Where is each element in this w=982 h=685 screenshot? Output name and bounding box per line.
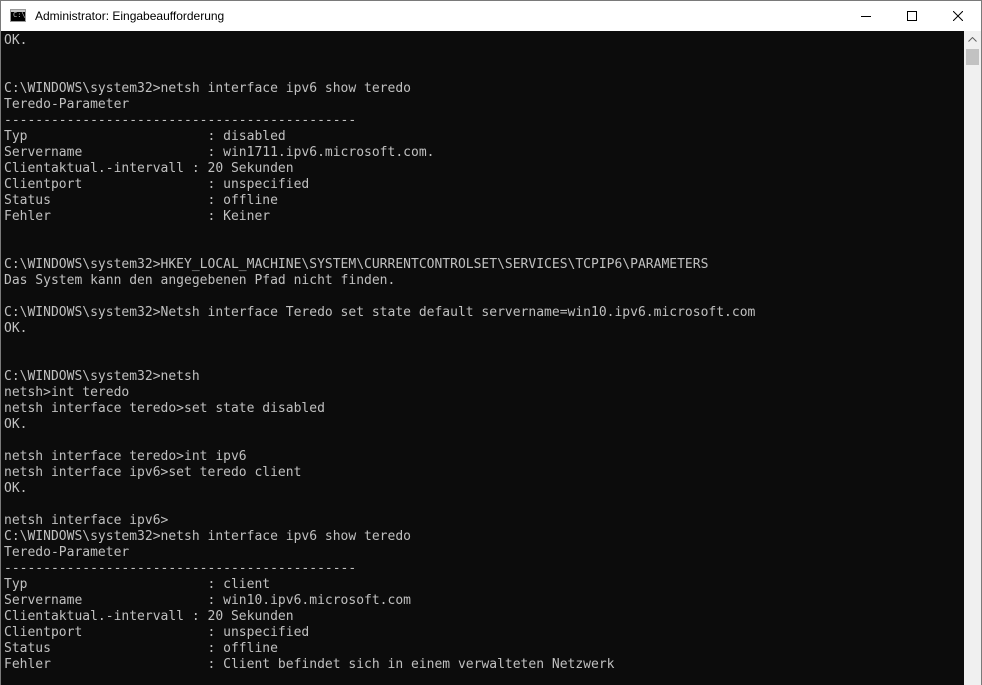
console-line: Clientport : unspecified	[4, 177, 310, 192]
console-line: C:\WINDOWS\system32>netsh	[4, 369, 200, 384]
maximize-button[interactable]	[889, 1, 935, 31]
console-line: Clientaktual.-intervall : 20 Sekunden	[4, 609, 294, 624]
scroll-up-button[interactable]	[964, 31, 981, 48]
console-line: Clientport : unspecified	[4, 625, 310, 640]
cmd-icon-prompt-glyph: C:\	[13, 11, 26, 19]
console-line: Fehler : Client befindet sich in einem v…	[4, 657, 615, 672]
console-line: OK.	[4, 417, 28, 432]
console-line: Typ : client	[4, 577, 271, 592]
console-line: netsh>int teredo	[4, 385, 130, 400]
console-line: Clientaktual.-intervall : 20 Sekunden	[4, 161, 294, 176]
console-line: ----------------------------------------…	[4, 561, 357, 576]
console-line: Das System kann den angegebenen Pfad nic…	[4, 273, 396, 288]
scroll-up-arrow-icon	[968, 37, 977, 42]
console-line: C:\WINDOWS\system32>HKEY_LOCAL_MACHINE\S…	[4, 257, 709, 272]
console-line: netsh interface ipv6>set teredo client	[4, 465, 302, 480]
minimize-icon	[861, 16, 871, 17]
console-line: C:\WINDOWS\system32>netsh interface ipv6…	[4, 529, 411, 544]
close-button[interactable]	[935, 1, 981, 31]
vertical-scrollbar[interactable]	[964, 31, 981, 685]
close-icon	[953, 11, 963, 21]
window-title: Administrator: Eingabeaufforderung	[35, 9, 225, 23]
console-line: C:\WINDOWS\system32>netsh interface ipv6…	[4, 81, 411, 96]
maximize-icon	[907, 11, 917, 21]
console-line: Fehler : Keiner	[4, 209, 271, 224]
console-line: OK.	[4, 481, 28, 496]
console-output[interactable]: OK. C:\WINDOWS\system32>netsh interface i…	[1, 31, 964, 685]
command-prompt-window: C:\ Administrator: Eingabeaufforderung O…	[0, 0, 982, 685]
console-line: Status : offline	[4, 193, 278, 208]
minimize-button[interactable]	[843, 1, 889, 31]
console-line: OK.	[4, 33, 28, 48]
title-bar[interactable]: C:\ Administrator: Eingabeaufforderung	[1, 1, 981, 31]
console-line: Typ : disabled	[4, 129, 286, 144]
console-line: Teredo-Parameter	[4, 97, 130, 112]
console-text: OK. C:\WINDOWS\system32>netsh interface i…	[4, 33, 755, 673]
scrollbar-thumb[interactable]	[966, 49, 979, 65]
console-line: C:\WINDOWS\system32>Netsh interface Tere…	[4, 305, 756, 320]
cmd-icon[interactable]: C:\	[10, 9, 26, 22]
console-line: netsh interface teredo>int ipv6	[4, 449, 247, 464]
console-line: Teredo-Parameter	[4, 545, 130, 560]
console-line: netsh interface teredo>set state disable…	[4, 401, 325, 416]
console-line: Status : offline	[4, 641, 278, 656]
console-line: netsh interface ipv6>	[4, 513, 169, 528]
console-line: Servername : win1711.ipv6.microsoft.com.	[4, 145, 435, 160]
console-line: Servername : win10.ipv6.microsoft.com	[4, 593, 411, 608]
console-line: OK.	[4, 321, 28, 336]
console-line: ----------------------------------------…	[4, 113, 357, 128]
